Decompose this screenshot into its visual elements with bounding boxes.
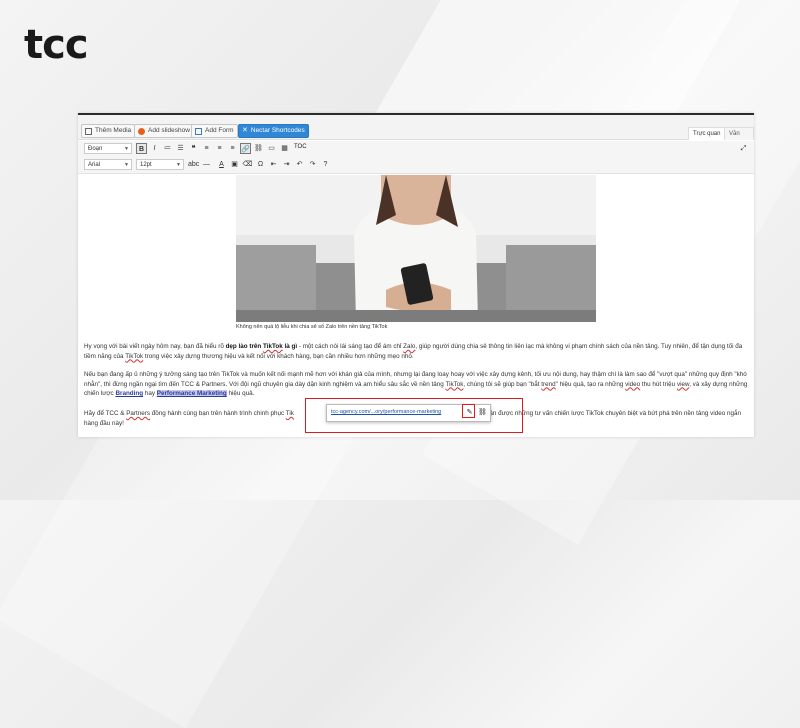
tab-text[interactable]: Văn bản — [724, 127, 754, 149]
outdent-icon[interactable]: ⇤ — [268, 159, 279, 170]
add-slideshow-button[interactable]: Add slideshow — [134, 124, 194, 138]
add-form-button[interactable]: Add Form — [191, 124, 238, 138]
slideshow-icon — [138, 127, 145, 135]
toolbar-toggle-icon[interactable]: ▦ — [279, 143, 290, 154]
strikethrough-icon[interactable]: abc — [188, 159, 199, 170]
horizontal-line-icon[interactable]: — — [201, 159, 212, 170]
nectar-icon: ✕ — [242, 127, 248, 134]
chevron-down-icon: ▼ — [124, 146, 129, 152]
blockquote-icon[interactable]: ❝ — [188, 143, 199, 154]
italic-button[interactable]: I — [149, 143, 160, 154]
edit-link-highlight — [462, 404, 475, 418]
text-color-icon[interactable]: A — [216, 159, 227, 170]
editor-toolbar-row-2: Arial ▼ 12pt ▼ abc — A ▣ ⌫ Ω ⇤ ⇥ ↶ ↷ ? — [78, 157, 754, 174]
add-media-button[interactable]: Thêm Media — [81, 124, 136, 138]
insert-link-icon[interactable]: 🔗 — [240, 143, 251, 154]
align-left-icon[interactable]: ≡ — [201, 143, 212, 154]
bold-button[interactable]: B — [136, 143, 147, 154]
paragraph-2: Nếu bạn đang ấp ủ những ý tưởng sáng tạo… — [84, 371, 748, 398]
align-center-icon[interactable]: ≡ — [214, 143, 225, 154]
tab-visual[interactable]: Trực quan — [688, 127, 726, 140]
font-family-select[interactable]: Arial ▼ — [84, 159, 132, 170]
unlink-icon[interactable]: ⛓ — [253, 143, 264, 154]
align-right-icon[interactable]: ≡ — [227, 143, 238, 154]
paragraph-1: Hy vọng với bài viết ngày hôm nay, bạn đ… — [84, 343, 743, 360]
bullet-list-icon[interactable]: ≔ — [162, 143, 173, 154]
format-select[interactable]: Đoạn ▼ — [84, 143, 132, 154]
paste-text-icon[interactable]: ▣ — [229, 159, 240, 170]
undo-icon[interactable]: ↶ — [294, 159, 305, 170]
editor-toolbar-row-1: Đoạn ▼ B I ≔ ☰ ❝ ≡ ≡ ≡ 🔗 ⛓ ▭ ▦ TOC ⤢ — [78, 141, 754, 158]
woman-using-phone-photo — [236, 175, 596, 322]
numbered-list-icon[interactable]: ☰ — [175, 143, 186, 154]
performance-marketing-link[interactable]: Performance Marketing — [156, 390, 227, 398]
article-image[interactable] — [236, 175, 596, 322]
branding-link[interactable]: Branding — [115, 390, 143, 397]
indent-icon[interactable]: ⇥ — [281, 159, 292, 170]
help-icon[interactable]: ? — [320, 159, 331, 170]
font-size-select[interactable]: 12pt ▼ — [136, 159, 184, 170]
form-icon — [195, 127, 202, 135]
clear-formatting-icon[interactable]: ⌫ — [242, 159, 253, 170]
media-icon — [85, 127, 92, 135]
image-caption: Không nên quá lộ liễu khi chia sẻ số Zal… — [236, 324, 388, 330]
highlight-box — [305, 398, 523, 433]
fullscreen-icon[interactable]: ⤢ — [738, 143, 749, 154]
special-character-icon[interactable]: Ω — [255, 159, 266, 170]
chevron-down-icon: ▼ — [124, 162, 129, 168]
nectar-shortcodes-button[interactable]: ✕ Nectar Shortcodes — [238, 124, 309, 138]
tcc-logo: tcc — [24, 22, 89, 68]
media-buttons-bar: Thêm Media Add slideshow Add Form ✕ Nect… — [78, 115, 754, 149]
toc-button[interactable]: TOC — [294, 144, 307, 150]
read-more-icon[interactable]: ▭ — [266, 143, 277, 154]
chevron-down-icon: ▼ — [176, 162, 181, 168]
redo-icon[interactable]: ↷ — [307, 159, 318, 170]
